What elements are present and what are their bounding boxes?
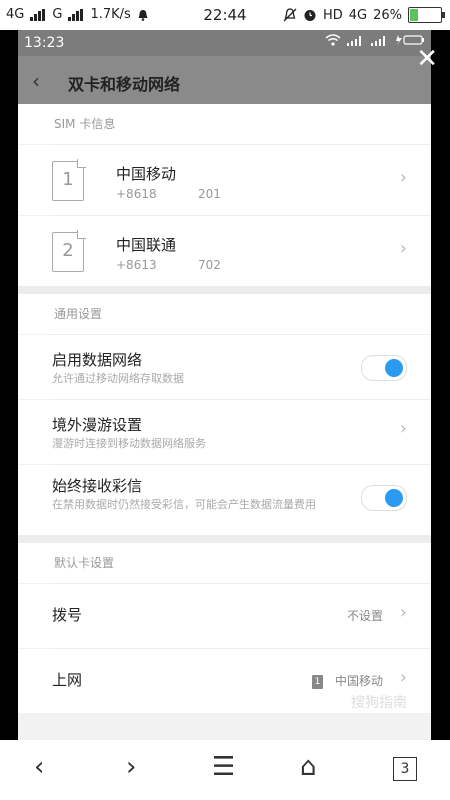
screenshot-image: 13:23 ‹ 双卡和移动网络 SIM 卡信息 1 中国移动 +8618 201… (18, 30, 431, 740)
sim-card-icon: 1 (52, 161, 84, 201)
alarm-clock-icon (304, 10, 316, 21)
mms-row: 始终接收彩信 在禁用数据时仍然接受彩信，可能会产生数据流量费用 (18, 465, 431, 535)
chevron-right-icon: › (399, 602, 407, 623)
data-network-desc: 允许通过移动网络存取数据 (52, 372, 184, 385)
section-gap (18, 286, 431, 294)
section-gap (18, 535, 431, 543)
dial-title: 拨号 (52, 606, 83, 624)
roaming-row: 境外漫游设置 漫游时连接到移动数据网络服务 › (18, 400, 431, 464)
battery-icon (408, 7, 445, 23)
nav-forward-button[interactable]: › (126, 752, 136, 782)
watermark: 搜狗指南 (351, 695, 407, 711)
settings-titlebar: ‹ 双卡和移动网络 (18, 56, 431, 104)
image-viewer[interactable]: 13:23 ‹ 双卡和移动网络 SIM 卡信息 1 中国移动 +8618 201… (0, 30, 450, 740)
sim-row-2: 2 中国联通 +8613 702 › (18, 216, 431, 286)
internet-carrier: 中国移动 (334, 674, 383, 688)
sim-section-header: SIM 卡信息 (18, 104, 431, 144)
sim-card-icon: 2 (52, 232, 84, 272)
dial-value: 不设置 (346, 609, 383, 623)
general-section-header: 通用设置 (18, 294, 431, 334)
internet-value: 1 中国移动 (311, 672, 383, 689)
tabs-count-button[interactable]: 3 (393, 757, 417, 781)
toggle-knob (385, 489, 403, 507)
roaming-title: 境外漫游设置 (52, 416, 143, 434)
nav-back-button[interactable]: ‹ (34, 752, 44, 782)
roaming-desc: 漫游时连接到移动数据网络服务 (52, 437, 206, 450)
mms-desc: 在禁用数据时仍然接受彩信，可能会产生数据流量费用 (52, 498, 316, 511)
signal-icon-inner-2 (371, 36, 385, 46)
signal-icon-inner-1 (347, 36, 361, 46)
hd-label: HD (322, 7, 343, 23)
chevron-right-icon: › (399, 167, 407, 188)
mms-toggle (361, 485, 407, 511)
default-section-header: 默认卡设置 (18, 543, 431, 583)
outer-status-bar: 4G G 1.7K/s 22:44 HD 4G 26% (0, 0, 450, 30)
close-icon[interactable]: ✕ (416, 44, 438, 74)
inner-status-bar: 13:23 (18, 30, 431, 56)
chevron-right-icon: › (399, 418, 407, 439)
dial-row: 拨号 不设置 › (18, 584, 431, 648)
browser-bottom-nav: ‹ › ☰ ⌂ 3 (0, 740, 450, 800)
menu-icon[interactable]: ☰ (212, 752, 235, 782)
sim-1-name: 中国移动 (116, 165, 177, 183)
sim-badge-icon: 1 (311, 674, 323, 689)
sim-1-number-suffix: 201 (198, 187, 221, 201)
data-network-row: 启用数据网络 允许通过移动网络存取数据 (18, 335, 431, 399)
mute-bell-icon (283, 8, 297, 22)
data-network-title: 启用数据网络 (52, 351, 143, 369)
sim-1-number-prefix: +8618 (116, 187, 157, 201)
outer-status-right: HD 4G 26% (283, 7, 445, 23)
sim-2-number-prefix: +8613 (116, 258, 157, 272)
inner-clock: 13:23 (24, 35, 65, 51)
sim-row-1: 1 中国移动 +8618 201 › (18, 145, 431, 215)
chevron-right-icon: › (399, 238, 407, 259)
inner-status-icons (325, 34, 425, 46)
wifi-icon (325, 34, 341, 46)
mms-title: 始终接收彩信 (52, 477, 143, 495)
page-title: 双卡和移动网络 (68, 75, 181, 94)
home-icon[interactable]: ⌂ (300, 752, 317, 782)
data-network-toggle (361, 355, 407, 381)
back-arrow-icon: ‹ (32, 69, 40, 93)
chevron-right-icon: › (399, 667, 407, 688)
internet-title: 上网 (52, 671, 83, 689)
sim-2-number-suffix: 702 (198, 258, 221, 272)
toggle-knob (385, 359, 403, 377)
sim-2-name: 中国联通 (116, 236, 177, 254)
battery-percent: 26% (373, 7, 402, 23)
net-type-label: 4G (348, 7, 368, 23)
